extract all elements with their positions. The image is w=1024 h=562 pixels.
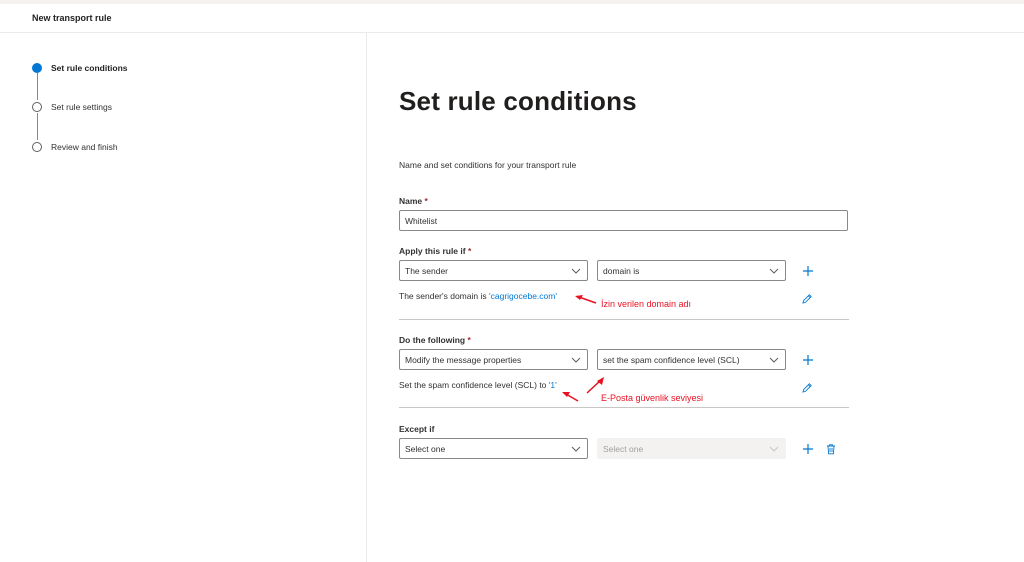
annotation-arrow xyxy=(578,296,597,304)
annotation-arrowhead xyxy=(597,377,604,385)
annotation-arrows xyxy=(562,295,604,402)
